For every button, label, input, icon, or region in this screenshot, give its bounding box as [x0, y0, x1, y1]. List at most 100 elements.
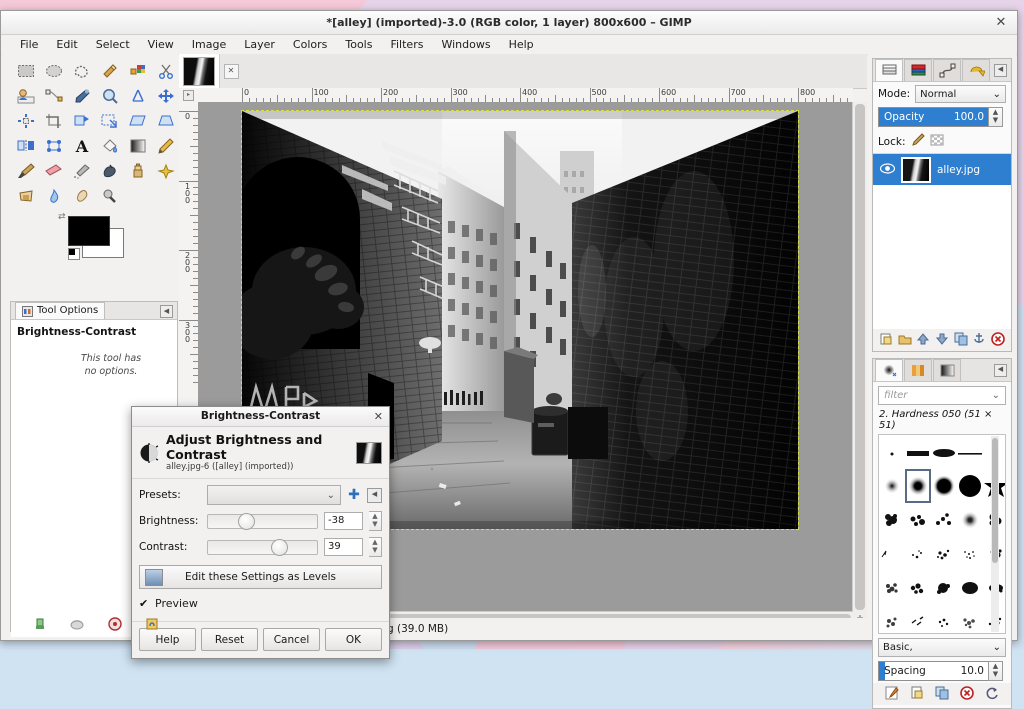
gradient-icon[interactable] [124, 133, 152, 158]
duplicate-brush-button[interactable] [935, 686, 949, 703]
delete-brush-button[interactable] [960, 685, 974, 703]
brush-cell[interactable] [957, 469, 983, 503]
lower-layer-button[interactable] [935, 332, 949, 349]
scale-icon[interactable] [96, 108, 124, 133]
cage-transform-icon[interactable] [40, 133, 68, 158]
tab-tool-options[interactable]: Tool Options [15, 302, 106, 319]
toolbox-footer-icon-2[interactable] [70, 617, 84, 634]
brush-cell[interactable] [905, 537, 931, 571]
new-layer-button[interactable] [879, 332, 893, 349]
brush-cell[interactable] [879, 503, 905, 537]
brush-cell[interactable] [879, 605, 905, 633]
clone-icon[interactable] [124, 158, 152, 183]
presets-selector[interactable]: ⌄ [207, 485, 341, 505]
ellipse-select-icon[interactable] [40, 58, 68, 83]
menu-windows[interactable]: Windows [432, 36, 499, 54]
text-icon[interactable]: A [68, 133, 96, 158]
brush-filter-input[interactable]: filter ⌄ [878, 386, 1006, 405]
brush-cell[interactable] [931, 571, 957, 605]
brush-cell[interactable] [931, 503, 957, 537]
brush-cell[interactable] [879, 435, 905, 469]
menu-view[interactable]: View [139, 36, 183, 54]
brightness-spinner[interactable]: ▲ ▼ [369, 511, 382, 531]
edit-brush-button[interactable] [885, 686, 899, 703]
duplicate-layer-button[interactable] [954, 332, 968, 349]
menu-select[interactable]: Select [87, 36, 139, 54]
layer-visibility-icon[interactable] [879, 162, 895, 177]
contrast-slider[interactable] [207, 538, 318, 556]
layer-row[interactable]: alley.jpg [873, 154, 1011, 185]
cancel-button[interactable]: Cancel [263, 628, 320, 651]
ok-button[interactable]: OK [325, 628, 382, 651]
default-colors-icon[interactable] [68, 248, 80, 260]
contrast-spinner[interactable]: ▲ ▼ [369, 537, 382, 557]
dialog-close-button[interactable]: ✕ [374, 407, 383, 426]
layers-panel-menu-button[interactable]: ◀ [994, 64, 1007, 77]
canvas-vertical-scrollbar[interactable] [852, 102, 867, 612]
anchor-layer-button[interactable] [972, 332, 986, 349]
menu-filters[interactable]: Filters [381, 36, 432, 54]
brush-cell[interactable] [931, 537, 957, 571]
foreground-color-swatch[interactable] [68, 216, 110, 246]
new-brush-button[interactable] [910, 686, 924, 703]
preview-checkbox[interactable]: ✔ [139, 598, 150, 609]
fuzzy-select-icon[interactable] [96, 58, 124, 83]
ink-icon[interactable] [96, 158, 124, 183]
spacing-spinner[interactable]: ▲ ▼ [988, 661, 1003, 681]
paintbrush-icon[interactable] [12, 158, 40, 183]
brush-cell[interactable] [905, 571, 931, 605]
brightness-slider-knob[interactable] [238, 512, 256, 530]
lock-alpha-icon[interactable] [930, 133, 945, 150]
eraser-icon[interactable] [40, 158, 68, 183]
mode-selector[interactable]: Normal ⌄ [915, 85, 1006, 103]
color-picker-icon[interactable] [68, 83, 96, 108]
perspective-clone-icon[interactable] [12, 183, 40, 208]
pencil-icon[interactable] [152, 133, 180, 158]
brush-cell[interactable] [957, 605, 983, 633]
brush-cell[interactable] [879, 571, 905, 605]
brush-preset-selector[interactable]: Basic, ⌄ [878, 638, 1006, 657]
new-layer-group-button[interactable] [898, 332, 912, 349]
menu-help[interactable]: Help [500, 36, 543, 54]
presets-menu-button[interactable]: ◀ [367, 487, 382, 503]
alignment-icon[interactable] [12, 108, 40, 133]
menu-edit[interactable]: Edit [47, 36, 86, 54]
image-tab-alley[interactable] [179, 54, 220, 88]
gradients-tab-icon[interactable] [933, 359, 961, 381]
brush-cell[interactable] [957, 537, 983, 571]
foreground-select-icon[interactable] [12, 83, 40, 108]
smudge-icon[interactable] [68, 183, 96, 208]
undo-history-tab-icon[interactable] [962, 59, 990, 81]
zoom-icon[interactable] [96, 83, 124, 108]
edit-as-levels-button[interactable]: Edit these Settings as Levels [139, 565, 382, 589]
flip-icon[interactable] [12, 133, 40, 158]
measure-icon[interactable] [124, 83, 152, 108]
rectangle-select-icon[interactable] [12, 58, 40, 83]
channels-tab-icon[interactable] [904, 59, 932, 81]
brush-cell[interactable] [879, 469, 905, 503]
horizontal-ruler[interactable]: 0 100 200 300 400 500 600 700 800 [198, 88, 853, 103]
brightness-slider[interactable] [207, 512, 318, 530]
menu-image[interactable]: Image [183, 36, 235, 54]
patterns-tab-icon[interactable] [904, 359, 932, 381]
brush-grid-scrollbar-thumb[interactable] [992, 438, 998, 563]
ruler-menu-icon[interactable]: ▸ [183, 89, 194, 101]
toolbox-footer-icon-1[interactable] [33, 617, 47, 634]
blur-sharpen-icon[interactable] [40, 183, 68, 208]
delete-layer-button[interactable] [990, 331, 1005, 349]
toolbox-footer-icon-3[interactable] [108, 617, 122, 634]
contrast-value[interactable]: 39 [324, 538, 363, 556]
airbrush-icon[interactable] [68, 158, 96, 183]
menu-file[interactable]: File [11, 36, 47, 54]
opacity-spinner[interactable]: ▲ ▼ [988, 107, 1003, 127]
tool-options-menu-button[interactable]: ◀ [160, 305, 173, 318]
ruler-corner[interactable]: ▸ [179, 88, 199, 103]
spacing-slider[interactable]: Spacing 10.0 ▲ ▼ [878, 661, 1003, 681]
crop-icon[interactable] [40, 108, 68, 133]
move-icon[interactable] [152, 83, 180, 108]
image-tab-close-button[interactable]: ✕ [223, 63, 239, 79]
window-close-button[interactable]: ✕ [993, 11, 1009, 34]
brushes-panel-menu-button[interactable]: ◀ [994, 364, 1007, 377]
brush-cell[interactable] [931, 469, 957, 503]
heal-icon[interactable] [152, 158, 180, 183]
